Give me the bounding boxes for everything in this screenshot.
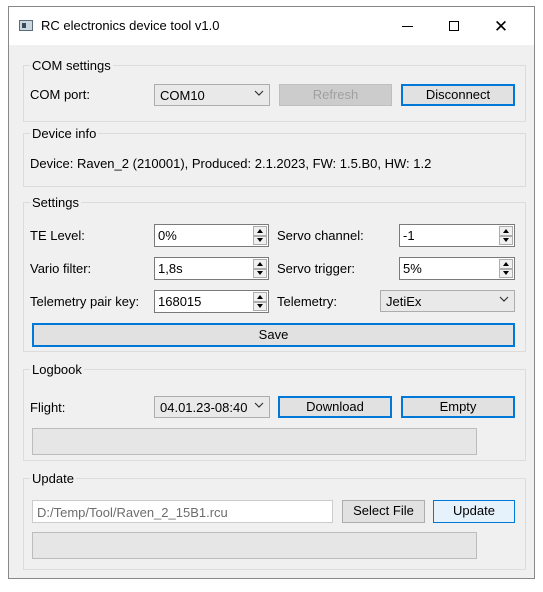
file-path-value: D:/Temp/Tool/Raven_2_15B1.rcu — [37, 505, 228, 520]
com-settings-title: COM settings — [30, 58, 113, 73]
refresh-button[interactable]: Refresh — [279, 84, 392, 106]
vario-filter-label: Vario filter: — [30, 261, 92, 276]
minimize-button[interactable] — [384, 7, 430, 45]
pair-key-spinbox[interactable]: 168015 — [154, 290, 269, 313]
spin-up-icon[interactable] — [253, 292, 267, 302]
servo-trigger-value: 5% — [403, 261, 422, 276]
spin-down-icon[interactable] — [253, 268, 267, 278]
window-title: RC electronics device tool v1.0 — [41, 18, 220, 33]
spin-down-icon[interactable] — [253, 301, 267, 311]
telemetry-label: Telemetry: — [277, 294, 337, 309]
disconnect-button[interactable]: Disconnect — [401, 84, 515, 106]
update-title: Update — [30, 471, 76, 486]
file-path-field[interactable]: D:/Temp/Tool/Raven_2_15B1.rcu — [32, 500, 333, 523]
settings-group: Settings TE Level: 0% Vario filter: 1,8s… — [23, 195, 526, 352]
servo-trigger-spinbox[interactable]: 5% — [399, 257, 515, 280]
update-progress-bar — [32, 532, 477, 559]
pair-key-value: 168015 — [158, 294, 202, 309]
app-window: RC electronics device tool v1.0 ✕ COM se… — [8, 6, 535, 579]
servo-trigger-arrows — [499, 259, 513, 278]
close-button[interactable]: ✕ — [478, 7, 524, 45]
vario-filter-spinbox[interactable]: 1,8s — [154, 257, 269, 280]
com-port-select[interactable]: COM10 — [154, 84, 270, 106]
save-button[interactable]: Save — [32, 323, 515, 347]
flight-label: Flight: — [30, 400, 66, 415]
vario-filter-value: 1,8s — [158, 261, 183, 276]
empty-button[interactable]: Empty — [401, 396, 515, 418]
spin-down-icon[interactable] — [499, 235, 513, 245]
device-info-title: Device info — [30, 126, 99, 141]
servo-channel-label: Servo channel: — [277, 228, 364, 243]
chevron-down-icon — [254, 402, 264, 408]
update-group: Update D:/Temp/Tool/Raven_2_15B1.rcu Sel… — [23, 471, 526, 570]
servo-trigger-label: Servo trigger: — [277, 261, 356, 276]
chevron-down-icon — [499, 296, 509, 302]
spin-down-icon[interactable] — [499, 268, 513, 278]
maximize-icon — [449, 21, 459, 31]
te-level-spinbox[interactable]: 0% — [154, 224, 269, 247]
pair-key-arrows — [253, 292, 267, 311]
spin-up-icon[interactable] — [253, 259, 267, 269]
app-icon — [19, 20, 33, 31]
spin-down-icon[interactable] — [253, 235, 267, 245]
spin-up-icon[interactable] — [253, 226, 267, 236]
pair-key-label: Telemetry pair key: — [30, 294, 140, 309]
com-settings-group: COM settings COM port: COM10 Refresh Dis… — [23, 58, 526, 122]
close-icon: ✕ — [493, 16, 509, 36]
select-file-button[interactable]: Select File — [342, 500, 425, 523]
logbook-progress-bar — [32, 428, 477, 455]
flight-value: 04.01.23-08:40 — [160, 400, 248, 415]
telemetry-select[interactable]: JetiEx — [380, 290, 515, 312]
minimize-icon — [401, 25, 413, 27]
device-info-group: Device info Device: Raven_2 (210001), Pr… — [23, 126, 526, 187]
spin-up-icon[interactable] — [499, 226, 513, 236]
chevron-down-icon — [254, 90, 264, 96]
title-bar: RC electronics device tool v1.0 ✕ — [9, 7, 534, 45]
servo-channel-arrows — [499, 226, 513, 245]
download-button[interactable]: Download — [278, 396, 392, 418]
vario-filter-arrows — [253, 259, 267, 278]
flight-select[interactable]: 04.01.23-08:40 — [154, 396, 270, 418]
device-info-text: Device: Raven_2 (210001), Produced: 2.1.… — [30, 156, 432, 171]
logbook-group: Logbook Flight: 04.01.23-08:40 Download … — [23, 362, 526, 461]
servo-channel-spinbox[interactable]: -1 — [399, 224, 515, 247]
te-level-value: 0% — [158, 228, 177, 243]
maximize-button[interactable] — [431, 7, 477, 45]
com-port-label: COM port: — [30, 87, 90, 102]
update-button[interactable]: Update — [433, 500, 515, 523]
spin-up-icon[interactable] — [499, 259, 513, 269]
settings-title: Settings — [30, 195, 81, 210]
servo-channel-value: -1 — [403, 228, 415, 243]
te-level-label: TE Level: — [30, 228, 85, 243]
com-port-value: COM10 — [160, 88, 205, 103]
logbook-title: Logbook — [30, 362, 84, 377]
te-level-arrows — [253, 226, 267, 245]
telemetry-value: JetiEx — [386, 294, 422, 309]
